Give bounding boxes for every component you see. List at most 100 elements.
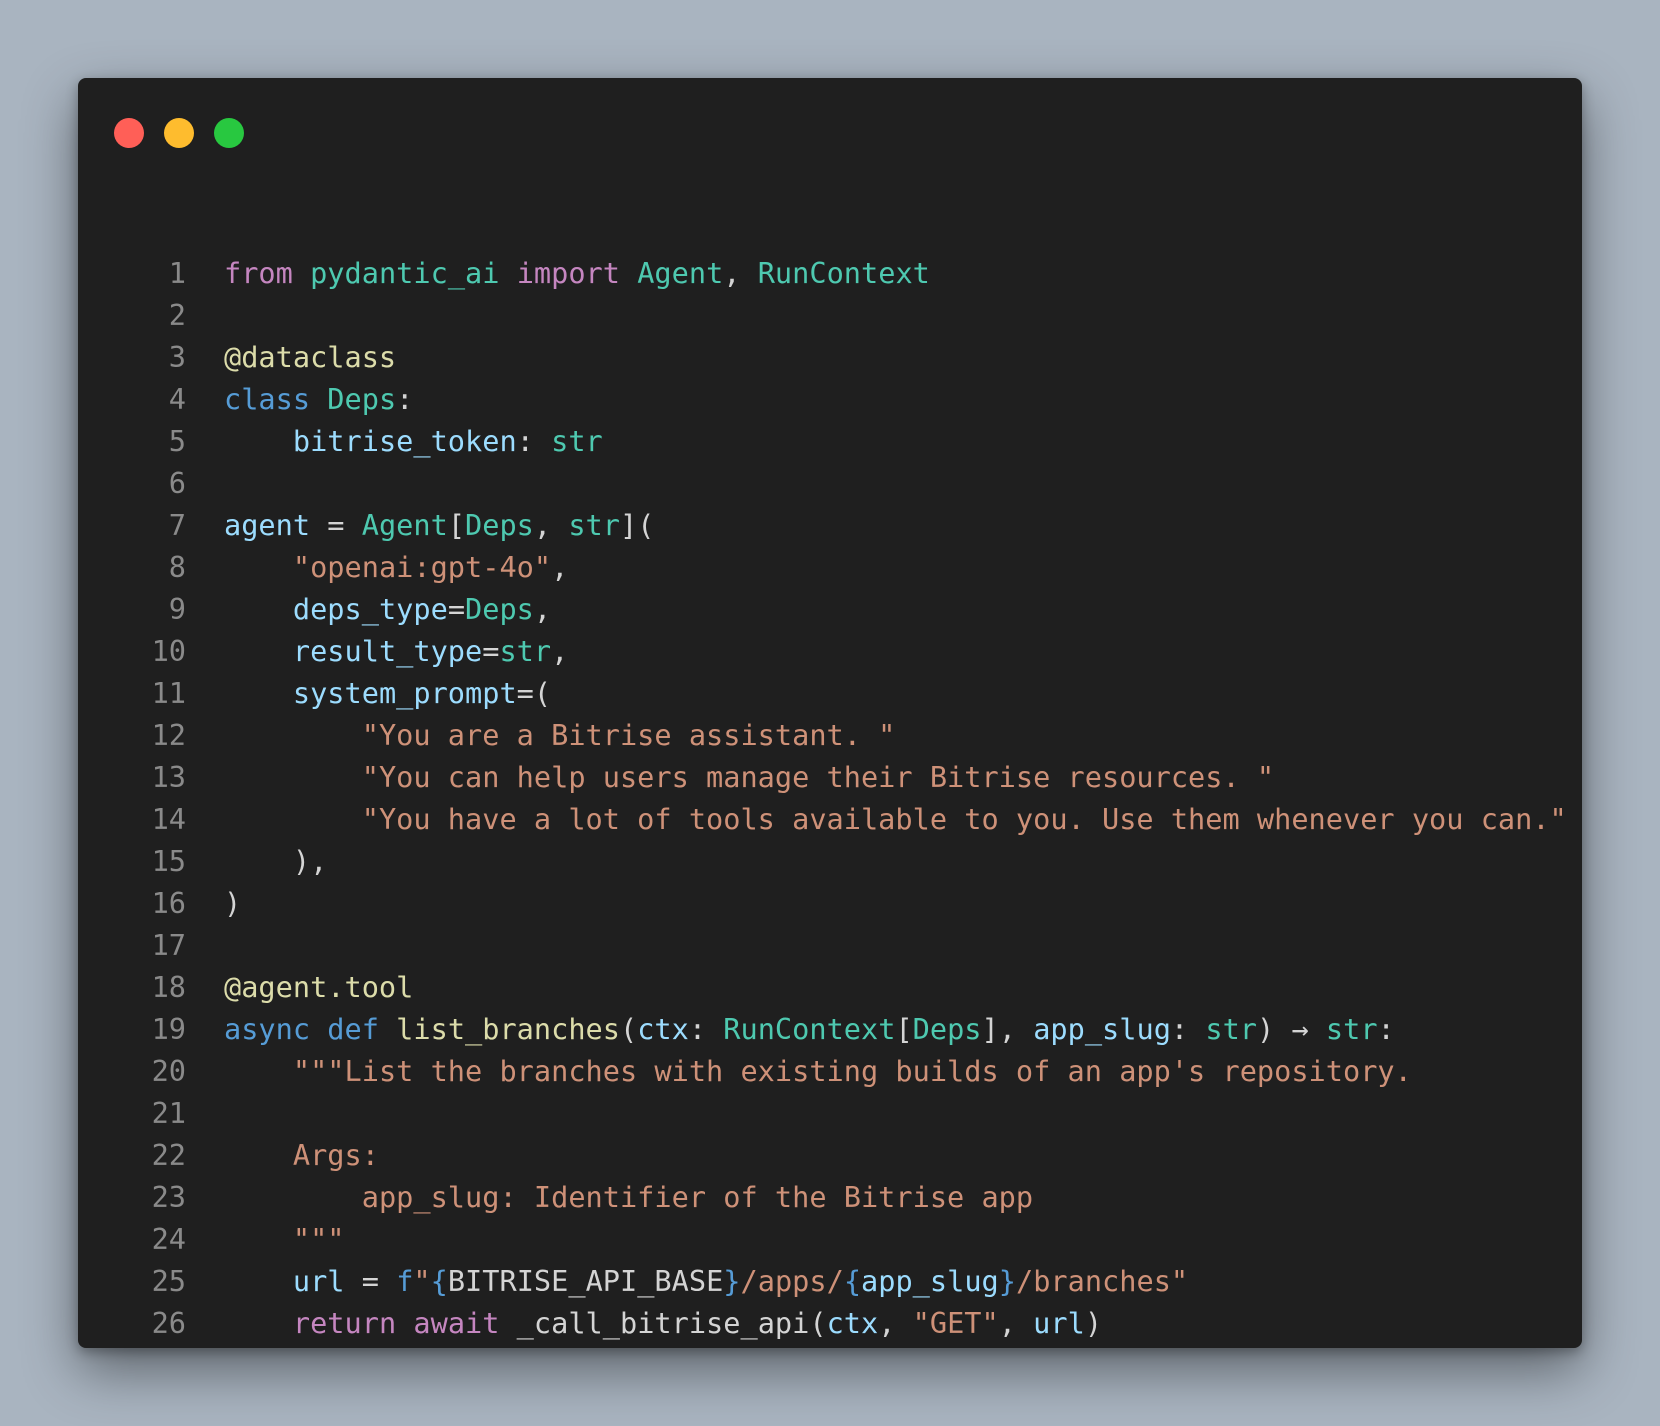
line-number: 23 [151,1180,186,1214]
code-text: """List the branches with existing build… [224,1050,1412,1092]
code-token: : [516,424,552,458]
line-number: 16 [151,886,186,920]
line-number: 17 [151,928,186,962]
code-line: 10 result_type=str, [78,630,569,672]
code-line: 8 "openai:gpt-4o", [78,546,569,588]
code-token: ) [224,886,242,920]
line-number: 11 [151,676,186,710]
code-line: 18 @agent.tool [78,966,414,1008]
code-line: 13 "You can help users manage their Bitr… [78,756,1275,798]
code-line: 26 return await _call_bitrise_api(ctx, "… [78,1302,1102,1344]
code-token: _call_bitrise_api( [499,1306,827,1340]
code-text: from pydantic_ai import Agent, RunContex… [224,252,930,294]
code-text: class Deps: [224,378,413,420]
code-token: , [551,550,569,584]
code-token: ( [619,1012,638,1046]
code-text: "You have a lot of tools available to yo… [224,798,1567,840]
code-line: 24 """ [78,1218,345,1260]
code-token: = [482,634,500,668]
code-token: from [224,256,293,290]
code-line: 21 [78,1092,224,1134]
code-token: list_branches [396,1012,620,1046]
code-text: @dataclass [224,336,396,378]
code-line: 23 app_slug: Identifier of the Bitrise a… [78,1176,1034,1218]
code-token: [ [447,508,466,542]
code-line: 6 [78,462,224,504]
code-token: ], [981,1012,1034,1046]
code-token: Deps [465,592,534,626]
code-text: app_slug: Identifier of the Bitrise app [224,1176,1033,1218]
code-token: , [551,634,569,668]
code-line: 17 [78,924,224,966]
code-token: =( [516,676,552,710]
code-token: = [310,508,362,542]
line-number: 4 [168,382,186,416]
code-token: await [413,1306,500,1340]
line-number: 19 [151,1012,186,1046]
code-token: Deps [912,1012,982,1046]
code-token: str [1325,1012,1378,1046]
line-number: 2 [168,298,186,332]
line-number: 8 [168,550,186,584]
code-token: url [1033,1306,1085,1340]
code-token: f [396,1264,414,1298]
code-token: = [447,592,466,626]
code-token: } [723,1264,741,1298]
code-token: , [723,256,758,290]
line-number: 14 [151,802,186,836]
code-text: result_type=str, [224,630,568,672]
code-line: 12 "You are a Bitrise assistant. " [78,714,896,756]
minimize-button[interactable] [164,118,194,148]
code-token: ) [1084,1306,1103,1340]
code-token: str [499,634,552,668]
code-token: str [568,508,620,542]
code-token: /branches" [1015,1264,1189,1298]
line-number: 25 [151,1264,186,1298]
code-token: bitrise_token [292,424,517,458]
line-number: 26 [151,1306,186,1340]
code-line: 7 agent = Agent[Deps, str]( [78,504,655,546]
code-token: Deps [465,508,534,542]
line-number: 18 [151,970,186,1004]
code-line: 16) [78,882,242,924]
line-number: 9 [168,592,186,626]
window-controls [114,118,244,148]
code-token: Agent [637,256,724,290]
code-text: url = f"{BITRISE_API_BASE}/apps/{app_slu… [224,1260,1188,1302]
code-line: 27 [78,1344,224,1348]
code-token: @dataclass [224,340,397,374]
code-token: , [533,508,569,542]
code-text: bitrise_token: str [224,420,603,462]
code-token: BITRISE_API_BASE [447,1264,724,1298]
close-button[interactable] [114,118,144,148]
code-token: app_slug [861,1264,999,1298]
code-token: { [430,1264,448,1298]
code-line: 20 """List the branches with existing bu… [78,1050,1412,1092]
code-line: 4 class Deps: [78,378,414,420]
code-token: import [516,256,620,290]
code-token: : [1377,1012,1395,1046]
code-text: async def list_branches(ctx: RunContext[… [224,1008,1395,1050]
code-line: 11 system_prompt=( [78,672,552,714]
line-number: 22 [151,1138,186,1172]
code-token: async [224,1012,311,1046]
line-number: 27 [78,1344,224,1348]
code-token: """List the branches with existing build… [292,1054,1412,1088]
zoom-button[interactable] [214,118,244,148]
line-number: 12 [151,718,186,752]
code-token: agent [224,508,311,542]
code-token: ) → [1257,1012,1326,1046]
